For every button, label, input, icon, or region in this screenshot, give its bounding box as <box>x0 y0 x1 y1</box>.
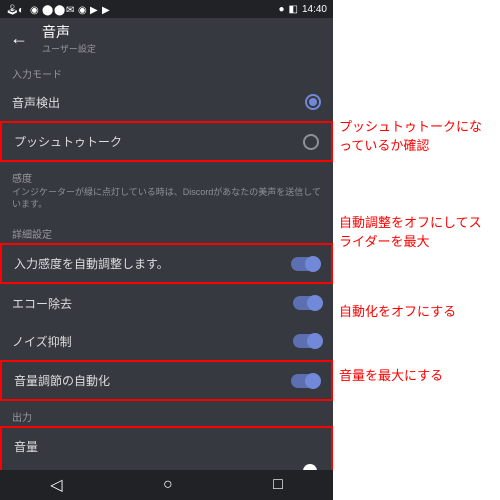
section-output: 出力 <box>0 401 333 426</box>
sensitivity-helper: インジケーターが緑に点灯している時は、Discordがあなたの美声を送信していま… <box>0 187 333 218</box>
label-echo: エコー除去 <box>12 295 72 312</box>
status-time: 14:40 <box>302 4 327 15</box>
volume-box: 音量 <box>0 426 333 470</box>
section-advanced: 詳細設定 <box>0 218 333 243</box>
status-icons-left: 🕹◐◉⬤⬤✉◉▶▶ <box>6 5 111 14</box>
annotation-2: 自動調整をオフにしてスライダーを最大 <box>339 214 494 252</box>
toggle-auto-gain[interactable] <box>291 374 319 388</box>
row-volume: 音量 <box>2 428 331 457</box>
volume-slider[interactable] <box>2 457 331 470</box>
row-voice-detect[interactable]: 音声検出 <box>0 83 333 121</box>
section-sensitivity: 感度 <box>0 162 333 187</box>
label-voice-detect: 音声検出 <box>12 94 60 111</box>
section-input-mode: 入力モード <box>0 58 333 83</box>
row-auto-sensitivity[interactable]: 入力感度を自動調整します。 <box>0 243 333 284</box>
status-bar: 🕹◐◉⬤⬤✉◉▶▶ ●◧ 14:40 <box>0 0 333 18</box>
annotation-1: プッシュトゥトークになっているか確認 <box>339 118 494 156</box>
app-header: ← 音声 ユーザー設定 <box>0 18 333 58</box>
nav-home-icon[interactable]: ○ <box>163 476 173 494</box>
phone-screenshot: 🕹◐◉⬤⬤✉◉▶▶ ●◧ 14:40 ← 音声 ユーザー設定 入力モード 音声検… <box>0 0 333 500</box>
back-icon[interactable]: ← <box>10 28 28 49</box>
annotation-4: 音量を最大にする <box>339 367 494 386</box>
android-navbar: ◁ ○ □ <box>0 470 333 500</box>
header-title: 音声 <box>42 22 96 42</box>
radio-push-to-talk[interactable] <box>303 134 319 150</box>
toggle-auto-sensitivity[interactable] <box>291 257 319 271</box>
label-auto-sensitivity: 入力感度を自動調整します。 <box>14 255 169 272</box>
toggle-echo[interactable] <box>293 296 321 310</box>
label-auto-gain: 音量調節の自動化 <box>14 372 110 389</box>
status-icons-right: ●◧ 14:40 <box>278 4 327 15</box>
row-noise[interactable]: ノイズ抑制 <box>0 322 333 360</box>
label-push-to-talk: プッシュトゥトーク <box>14 133 122 150</box>
header-subtitle: ユーザー設定 <box>42 42 96 55</box>
nav-back-icon[interactable]: ◁ <box>50 475 62 495</box>
radio-voice-detect[interactable] <box>305 94 321 110</box>
label-volume: 音量 <box>14 438 38 455</box>
nav-recent-icon[interactable]: □ <box>273 476 283 494</box>
row-push-to-talk[interactable]: プッシュトゥトーク <box>0 121 333 162</box>
toggle-noise[interactable] <box>293 334 321 348</box>
annotation-3: 自動化をオフにする <box>339 303 494 322</box>
label-noise: ノイズ抑制 <box>12 333 72 350</box>
row-echo[interactable]: エコー除去 <box>0 284 333 322</box>
annotations-panel: プッシュトゥトークになっているか確認 自動調整をオフにしてスライダーを最大 自動… <box>333 0 500 500</box>
settings-scroll[interactable]: 入力モード 音声検出 プッシュトゥトーク 感度 インジケーターが緑に点灯している… <box>0 58 333 470</box>
row-auto-gain[interactable]: 音量調節の自動化 <box>0 360 333 401</box>
